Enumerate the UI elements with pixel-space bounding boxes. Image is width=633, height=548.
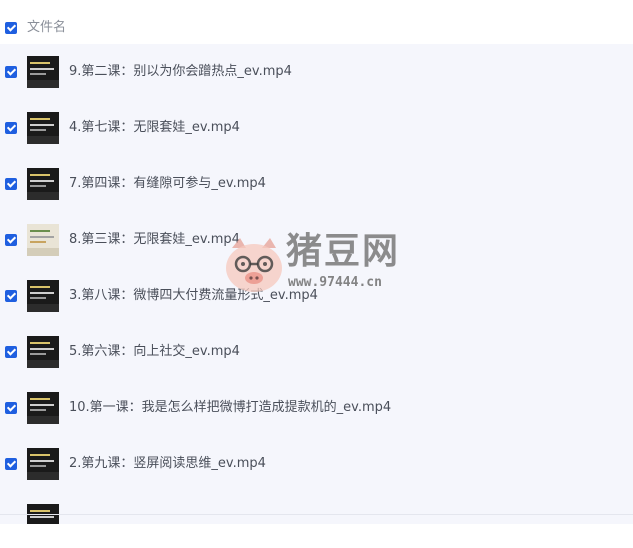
file-name[interactable]: 3.第八课：微博四大付费流量形式_ev.mp4 <box>69 287 318 305</box>
file-name[interactable]: 8.第三课：无限套娃_ev.mp4 <box>69 231 240 249</box>
file-list: 9.第二课：别以为你会蹭热点_ev.mp4 4.第七课：无限套娃_ev.mp4 … <box>0 44 633 524</box>
video-thumbnail <box>27 112 59 144</box>
video-thumbnail <box>27 168 59 200</box>
file-row-partial[interactable] <box>0 492 633 548</box>
file-checkbox[interactable] <box>5 402 17 414</box>
file-name[interactable]: 10.第一课：我是怎么样把微博打造成提款机的_ev.mp4 <box>69 399 391 417</box>
file-row[interactable]: 4.第七课：无限套娃_ev.mp4 <box>0 100 633 156</box>
file-name[interactable]: 7.第四课：有缝隙可参与_ev.mp4 <box>69 175 266 193</box>
file-row[interactable]: 2.第九课：竖屏阅读思维_ev.mp4 <box>0 436 633 492</box>
file-checkbox[interactable] <box>5 346 17 358</box>
video-thumbnail <box>27 336 59 368</box>
file-name[interactable]: 4.第七课：无限套娃_ev.mp4 <box>69 119 240 137</box>
file-checkbox[interactable] <box>5 178 17 190</box>
file-checkbox[interactable] <box>5 458 17 470</box>
file-row[interactable]: 5.第六课：向上社交_ev.mp4 <box>0 324 633 380</box>
video-thumbnail <box>27 224 59 256</box>
video-thumbnail <box>27 392 59 424</box>
file-checkbox[interactable] <box>5 122 17 134</box>
select-all-checkbox[interactable] <box>5 22 17 34</box>
column-header-filename[interactable]: 文件名 <box>27 19 66 37</box>
video-thumbnail <box>27 448 59 480</box>
file-row[interactable]: 3.第八课：微博四大付费流量形式_ev.mp4 <box>0 268 633 324</box>
file-name[interactable]: 5.第六课：向上社交_ev.mp4 <box>69 343 240 361</box>
video-thumbnail <box>27 56 59 88</box>
file-row[interactable]: 8.第三课：无限套娃_ev.mp4 <box>0 212 633 268</box>
file-name[interactable]: 9.第二课：别以为你会蹭热点_ev.mp4 <box>69 63 292 81</box>
file-name[interactable]: 2.第九课：竖屏阅读思维_ev.mp4 <box>69 455 266 473</box>
video-thumbnail <box>27 280 59 312</box>
file-row[interactable]: 9.第二课：别以为你会蹭热点_ev.mp4 <box>0 44 633 100</box>
list-bottom-divider <box>0 514 633 515</box>
file-row[interactable]: 7.第四课：有缝隙可参与_ev.mp4 <box>0 156 633 212</box>
file-checkbox[interactable] <box>5 290 17 302</box>
file-row[interactable]: 10.第一课：我是怎么样把微博打造成提款机的_ev.mp4 <box>0 380 633 436</box>
file-checkbox[interactable] <box>5 66 17 78</box>
file-list-header: 文件名 <box>0 0 633 44</box>
file-checkbox[interactable] <box>5 234 17 246</box>
